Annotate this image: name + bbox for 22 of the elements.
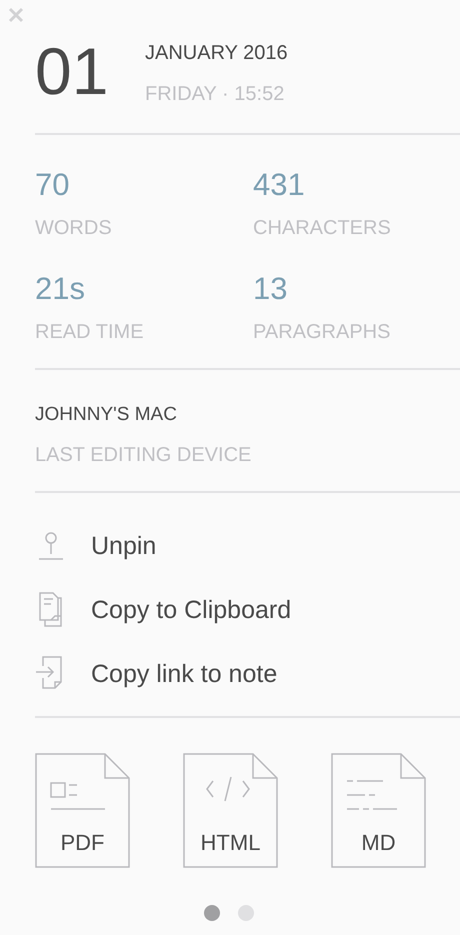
device-caption: LAST EDITING DEVICE — [35, 443, 252, 467]
stat-label: WORDS — [35, 216, 112, 240]
day-number: 01 — [35, 38, 110, 104]
stat-value: 431 — [253, 166, 305, 204]
close-icon[interactable] — [8, 7, 24, 23]
stat-value: 21s — [35, 270, 85, 308]
action-item[interactable]: Unpin — [35, 514, 156, 578]
page-dot[interactable] — [238, 905, 254, 921]
stat-value: 70 — [35, 166, 70, 204]
stat-label: PARAGRAPHS — [253, 320, 390, 344]
weekday-time: FRIDAY · 15:52 — [145, 82, 286, 106]
device-name: JOHNNY'S MAC — [35, 403, 177, 427]
action-item[interactable]: Copy link to note — [35, 642, 278, 706]
export-file-button[interactable]: HTML — [183, 753, 278, 868]
stat-label: READ TIME — [35, 320, 144, 344]
export-file-button[interactable]: PDF — [35, 753, 130, 868]
export-file-button[interactable]: MD — [331, 753, 426, 868]
page-dot[interactable] — [204, 905, 220, 921]
action-item[interactable]: Copy to Clipboard — [35, 578, 292, 642]
stat-label: CHARACTERS — [253, 216, 391, 240]
stat-value: 13 — [253, 270, 288, 308]
month-year: JANUARY 2016 — [145, 41, 288, 65]
